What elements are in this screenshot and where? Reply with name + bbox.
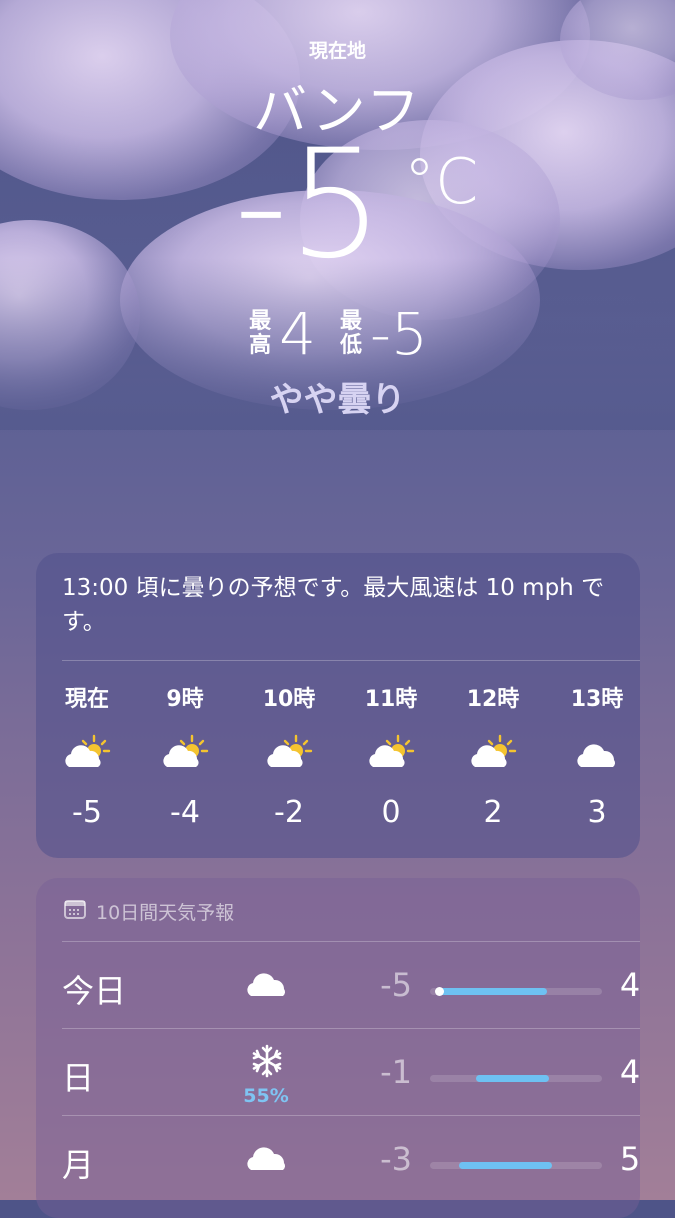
hour-temperature: 0 bbox=[381, 795, 401, 830]
hour-temperature: 2 bbox=[483, 795, 503, 830]
temp-range-fill bbox=[476, 1075, 549, 1082]
cloud-icon bbox=[244, 966, 290, 1006]
partly-sunny-icon bbox=[52, 733, 122, 779]
cloud-icon bbox=[244, 1140, 290, 1180]
partly-sunny-icon bbox=[356, 733, 426, 779]
low-temp: -1 bbox=[380, 1053, 412, 1091]
forecast-title: 10日間天気予報 bbox=[96, 902, 235, 924]
temp-range-fill bbox=[438, 988, 547, 995]
high-value: 4 bbox=[279, 300, 317, 368]
day-label: 日 bbox=[62, 1059, 95, 1097]
forecast-row-today[interactable]: 今日 -5 4 bbox=[62, 942, 640, 1028]
low-value: -5 bbox=[370, 300, 428, 368]
hour-temperature: -5 bbox=[72, 795, 102, 830]
high-low: 最高 4 最低 -5 bbox=[0, 300, 675, 368]
forecast-header: 10日間天気予報 bbox=[64, 898, 234, 925]
hour-item: 12時 2 bbox=[458, 681, 528, 830]
temp-range-bar bbox=[430, 1162, 602, 1169]
hour-item: 9時 -4 bbox=[150, 681, 220, 830]
temp-range-bar bbox=[430, 1075, 602, 1082]
current-temp-marker bbox=[434, 987, 444, 996]
divider bbox=[62, 660, 640, 661]
hour-item: 現在 -5 bbox=[52, 681, 122, 830]
high-temp: 5 bbox=[619, 1140, 641, 1178]
partly-sunny-icon bbox=[458, 733, 528, 779]
forecast-summary: 13:00 頃に曇りの予想です。最大風速は 10 mph です。 bbox=[62, 575, 605, 635]
hour-item: 13時 3 bbox=[562, 681, 632, 830]
calendar-icon bbox=[64, 899, 86, 924]
temp-range-bar bbox=[430, 987, 602, 996]
high-label: 最高 bbox=[249, 309, 272, 358]
current-temperature: -5 bbox=[234, 118, 384, 292]
low-temp: -3 bbox=[380, 1140, 412, 1178]
hour-item: 11時 0 bbox=[356, 681, 426, 830]
hour-temperature: 3 bbox=[587, 795, 607, 830]
temp-range-fill bbox=[459, 1162, 553, 1169]
hour-label: 11時 bbox=[364, 687, 418, 712]
day-label: 月 bbox=[62, 1146, 95, 1184]
day-label: 今日 bbox=[62, 972, 127, 1010]
hour-label: 9時 bbox=[166, 687, 204, 712]
high-temp: 4 bbox=[619, 966, 641, 1004]
hour-label: 10時 bbox=[262, 687, 316, 712]
low-label: 最低 bbox=[340, 309, 363, 358]
partly-sunny-icon bbox=[254, 733, 324, 779]
partly-sunny-icon bbox=[150, 733, 220, 779]
hour-item: 10時 -2 bbox=[254, 681, 324, 830]
hour-temperature: -4 bbox=[170, 795, 200, 830]
low-temp: -5 bbox=[380, 966, 412, 1004]
forecast-row-sunday[interactable]: 日 55% -1 4 bbox=[62, 1029, 640, 1115]
snowflake-icon bbox=[244, 1043, 290, 1083]
high-temp: 4 bbox=[619, 1053, 641, 1091]
cloud-icon bbox=[562, 733, 632, 779]
hourly-forecast-card[interactable]: 13:00 頃に曇りの予想です。最大風速は 10 mph です。 現在 -5 9… bbox=[36, 553, 640, 858]
hour-label: 13時 bbox=[570, 687, 624, 712]
condition-text: やや曇り bbox=[269, 380, 406, 420]
temperature-unit: °C bbox=[404, 145, 479, 218]
precipitation-chance: 55% bbox=[243, 1085, 289, 1107]
hourly-list[interactable]: 現在 -5 9時 -4 10時 -2 11時 0 12時 2 13時 3 bbox=[62, 681, 640, 831]
forecast-row-monday[interactable]: 月 -3 5 bbox=[62, 1116, 640, 1202]
ten-day-forecast-card[interactable]: 10日間天気予報 今日 -5 4 日 55% -1 4 月 -3 5 bbox=[36, 878, 640, 1218]
location-label: 現在地 bbox=[308, 40, 366, 62]
hour-temperature: -2 bbox=[274, 795, 304, 830]
hour-label: 現在 bbox=[64, 687, 109, 712]
hour-label: 12時 bbox=[466, 687, 520, 712]
